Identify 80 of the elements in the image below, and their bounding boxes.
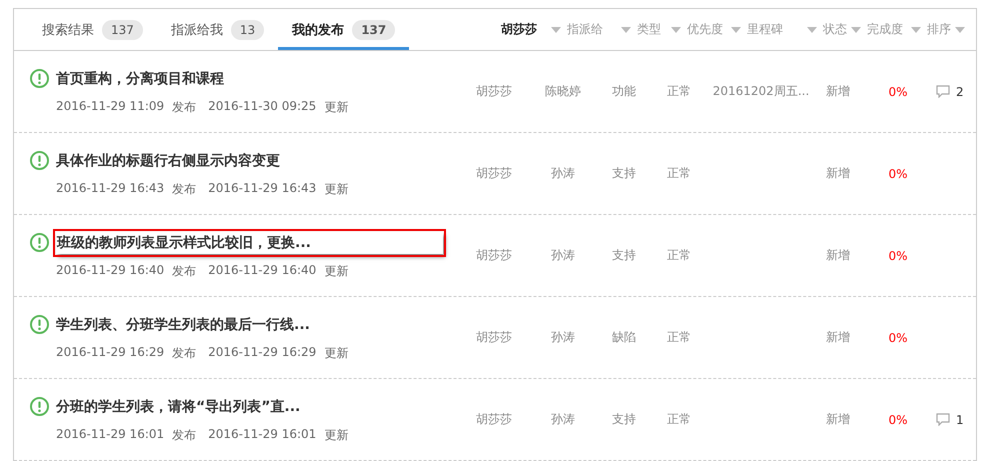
caret-icon: [955, 26, 965, 32]
priority-text: 正常: [666, 329, 692, 346]
issue-title[interactable]: 班级的教师列表显示样式比较旧，更换...: [56, 232, 443, 254]
filter-dropdown[interactable]: 胡莎莎: [498, 9, 564, 50]
updated-label: 更新: [324, 262, 348, 280]
created-time: 2016-11-29 16:29: [56, 344, 164, 360]
updated-time: 2016-11-29 16:29: [208, 344, 316, 360]
issue-type: 功能: [611, 83, 637, 100]
count-badge: 137: [102, 20, 143, 40]
updated-time: 2016-11-30 09:25: [208, 98, 316, 114]
issue-title[interactable]: 首页重构，分离项目和课程: [56, 68, 224, 90]
updated-label: 更新: [324, 180, 348, 198]
status-text: 新增: [825, 411, 851, 428]
updated-time: 2016-11-29 16:01: [208, 426, 316, 442]
caret-icon: [621, 26, 631, 32]
reporter-name: 胡莎莎: [475, 329, 513, 346]
issue-type: 支持: [611, 247, 637, 264]
created-time: 2016-11-29 16:40: [56, 262, 164, 278]
updated-label: 更新: [324, 426, 348, 444]
created-time: 2016-11-29 16:01: [56, 426, 164, 442]
created-label: 发布: [172, 262, 196, 280]
completion-percent: 0%: [887, 412, 909, 426]
caret-icon: [671, 26, 681, 32]
status-text: 新增: [825, 247, 851, 264]
assignee-name: 陈晓婷: [544, 83, 582, 100]
tab[interactable]: 指派给我 13: [156, 9, 278, 50]
alert-icon: [30, 69, 49, 88]
priority-text: 正常: [666, 83, 692, 100]
completion-percent: 0%: [887, 84, 909, 98]
reporter-name: 胡莎莎: [475, 247, 513, 264]
caret-icon: [911, 26, 921, 32]
priority-text: 正常: [666, 165, 692, 182]
priority-text: 正常: [666, 247, 692, 264]
reporter-name: 胡莎莎: [475, 83, 513, 100]
alert-icon: [30, 233, 49, 252]
completion-percent: 0%: [887, 166, 909, 180]
comment-icon: [936, 85, 950, 98]
priority-text: 正常: [666, 411, 692, 428]
issue-type: 缺陷: [611, 329, 637, 346]
assignee-name: 孙涛: [550, 329, 576, 346]
comment-icon: [936, 413, 950, 426]
created-label: 发布: [172, 426, 196, 444]
caret-icon: [807, 26, 817, 32]
created-label: 发布: [172, 98, 196, 116]
caret-icon: [731, 26, 741, 32]
created-time: 2016-11-29 11:09: [56, 98, 164, 114]
caret-icon: [851, 26, 861, 32]
tab[interactable]: 搜索结果 137: [28, 9, 157, 50]
issue-title[interactable]: 分班的学生列表，请将“导出列表”直...: [56, 396, 300, 418]
completion-percent: 0%: [887, 330, 909, 344]
alert-icon: [30, 315, 49, 334]
alert-icon: [30, 151, 49, 170]
tab[interactable]: 我的发布 137: [278, 9, 410, 50]
count-badge: 137: [352, 20, 396, 40]
updated-time: 2016-11-29 16:40: [208, 262, 316, 278]
assignee-name: 孙涛: [550, 165, 576, 182]
comment-count: 2: [956, 84, 964, 98]
issue-type: 支持: [611, 411, 637, 428]
issue-title[interactable]: 具体作业的标题行右侧显示内容变更: [56, 150, 280, 172]
completion-percent: 0%: [887, 248, 909, 262]
status-text: 新增: [825, 165, 851, 182]
reporter-name: 胡莎莎: [475, 411, 513, 428]
assignee-name: 孙涛: [550, 247, 576, 264]
created-time: 2016-11-29 16:43: [56, 180, 164, 196]
comment-count: 1: [956, 412, 964, 426]
created-label: 发布: [172, 344, 196, 362]
updated-label: 更新: [324, 98, 348, 116]
assignee-name: 孙涛: [550, 411, 576, 428]
issue-title[interactable]: 学生列表、分班学生列表的最后一行线...: [56, 314, 310, 336]
milestone-text: 20161202周五...: [712, 83, 810, 100]
updated-time: 2016-11-29 16:43: [208, 180, 316, 196]
status-text: 新增: [825, 329, 851, 346]
count-badge: 13: [230, 20, 264, 40]
reporter-name: 胡莎莎: [475, 165, 513, 182]
issue-type: 支持: [611, 165, 637, 182]
created-label: 发布: [172, 180, 196, 198]
caret-icon: [551, 26, 561, 32]
alert-icon: [30, 397, 49, 416]
updated-label: 更新: [324, 344, 348, 362]
status-text: 新增: [825, 83, 851, 100]
